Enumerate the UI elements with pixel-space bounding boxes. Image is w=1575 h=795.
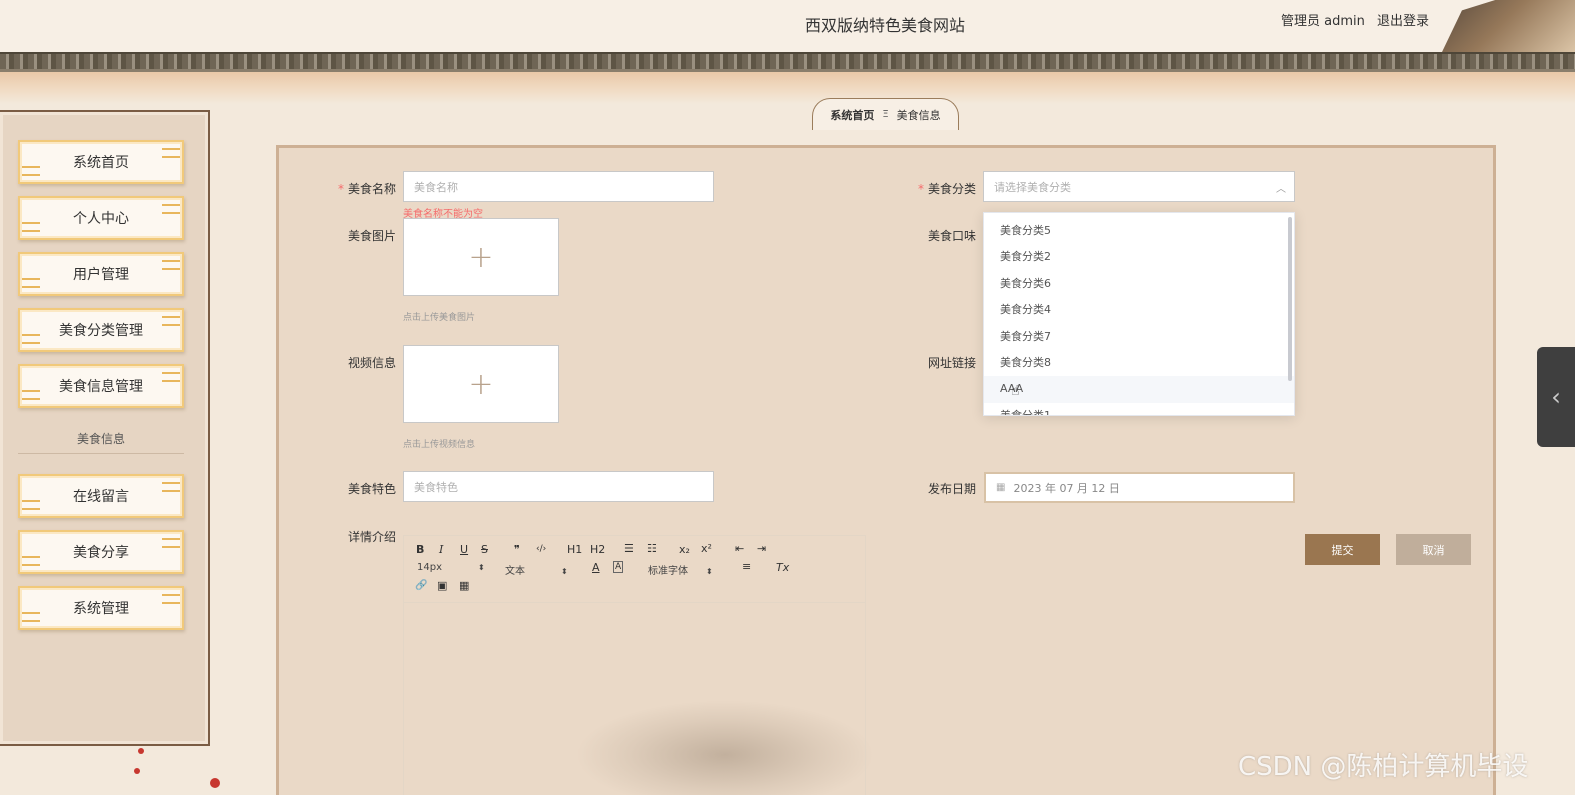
image-hint: 点击上传美食图片 [403, 313, 476, 323]
outdent-icon[interactable]: ⇤ [735, 542, 744, 555]
subscript-icon[interactable]: x₂ [679, 543, 690, 556]
italic-icon[interactable]: I [439, 543, 443, 556]
logout-link[interactable]: 退出登录 [1377, 14, 1429, 29]
date-value: 2023 年 07 月 12 日 [1013, 481, 1120, 495]
url-label: 网址链接 [927, 356, 976, 370]
detail-label: 详情介绍 [347, 530, 396, 544]
sidebar-item-food-category[interactable]: 美食分类管理 [18, 308, 184, 352]
plus-icon: + [468, 239, 494, 275]
breadcrumb-home[interactable]: 系统首页 [830, 107, 874, 123]
h1-icon[interactable]: H1 [567, 543, 582, 556]
dropdown-scrollbar[interactable] [1288, 217, 1292, 381]
sidebar-item-system[interactable]: 系统管理 [18, 586, 184, 630]
underline-icon[interactable]: U [460, 543, 468, 556]
name-label: * 美食名称 [337, 182, 396, 196]
user-role: 管理员 admin [1281, 14, 1365, 29]
blockquote-icon[interactable]: ❞ [514, 543, 520, 556]
required-mark: * [337, 182, 344, 196]
plum-blossom-decoration [134, 768, 140, 774]
category-option[interactable]: 美食分类7 [984, 324, 1294, 350]
category-option[interactable]: 美食分类1 [984, 403, 1294, 415]
category-options: 美食分类5 美食分类2 美食分类6 美食分类4 美食分类7 美食分类8 AAA … [984, 213, 1294, 415]
superscript-icon[interactable]: x² [701, 542, 712, 555]
category-option-hovered[interactable]: AAA [984, 376, 1294, 403]
sidebar-item-home[interactable]: 系统首页 [18, 140, 184, 184]
category-dropdown: 美食分类5 美食分类2 美食分类6 美食分类4 美食分类7 美食分类8 AAA … [983, 212, 1295, 416]
clear-format-icon[interactable]: Tx [776, 561, 789, 574]
required-mark: * [917, 182, 924, 196]
video-icon[interactable]: ▦ [459, 579, 469, 592]
rich-text-editor: B I U S ❞ ‹/› H1 H2 ☰ ☷ x₂ x² ⇤ ⇥ 14px ⬍ … [403, 535, 866, 795]
bullet-list-icon[interactable]: ☷ [647, 542, 657, 555]
font-family-select[interactable]: 标准字体 ⬍ [648, 562, 713, 577]
image-label: 美食图片 [347, 229, 396, 243]
ordered-list-icon[interactable]: ☰ [624, 542, 634, 555]
plum-blossom-decoration [210, 778, 220, 788]
breadcrumb: 系统首页 Ξ 美食信息 [812, 98, 959, 130]
watermark: CSDN @陈柏计算机毕设 [1238, 752, 1529, 782]
align-icon[interactable]: ≡ [742, 560, 751, 573]
video-label: 视频信息 [347, 356, 396, 370]
font-size-select[interactable]: 14px ⬍ [417, 562, 485, 573]
category-label: * 美食分类 [917, 182, 976, 196]
roof-decoration [1442, 0, 1575, 52]
indent-icon[interactable]: ⇥ [757, 542, 766, 555]
format-select[interactable]: 文本 ⬍ [505, 562, 568, 577]
video-upload[interactable]: + [403, 345, 559, 423]
image-icon[interactable]: ▣ [437, 579, 447, 592]
category-option[interactable]: 美食分类6 [984, 271, 1294, 297]
code-icon[interactable]: ‹/› [536, 544, 546, 554]
plus-icon: + [468, 366, 494, 402]
sidebar-item-profile[interactable]: 个人中心 [18, 196, 184, 240]
feature-input[interactable]: 美食特色 [403, 471, 714, 502]
name-input[interactable]: 美食名称 [403, 171, 714, 202]
text-color-icon[interactable]: A [592, 561, 600, 574]
category-option[interactable]: 美食分类2 [984, 244, 1294, 270]
sidebar-item-users[interactable]: 用户管理 [18, 252, 184, 296]
taste-label: 美食口味 [927, 229, 976, 243]
image-upload[interactable]: + [403, 218, 559, 296]
date-picker[interactable]: ▦ 2023 年 07 月 12 日 [984, 472, 1295, 503]
category-select[interactable]: 请选择美食分类 [983, 171, 1295, 202]
ink-band [0, 72, 1575, 104]
sidebar-item-messages[interactable]: 在线留言 [18, 474, 184, 518]
background-color-icon[interactable]: A [613, 561, 624, 573]
breadcrumb-separator-icon: Ξ [882, 109, 889, 120]
category-option[interactable]: 美食分类8 [984, 350, 1294, 376]
feature-label: 美食特色 [347, 482, 396, 496]
plum-blossom-decoration [138, 748, 144, 754]
sidebar-subitem-food-info[interactable]: 美食信息 [18, 430, 184, 454]
breadcrumb-current: 美食信息 [896, 108, 941, 122]
category-option[interactable]: 美食分类5 [984, 218, 1294, 244]
link-icon[interactable]: 🔗 [415, 580, 427, 591]
h2-icon[interactable]: H2 [590, 543, 605, 556]
chevron-up-icon: ︿ [1276, 184, 1286, 195]
strike-icon[interactable]: S [481, 543, 488, 556]
submit-button[interactable]: 提交 [1305, 534, 1380, 565]
category-option[interactable]: 美食分类4 [984, 297, 1294, 323]
editor-toolbar: B I U S ❞ ‹/› H1 H2 ☰ ☷ x₂ x² ⇤ ⇥ 14px ⬍ … [404, 536, 865, 603]
roof-tile-band [0, 52, 1575, 72]
user-bar: 管理员 admin 退出登录 [1281, 10, 1437, 29]
sidebar-item-food-info[interactable]: 美食信息管理 [18, 364, 184, 408]
sidebar: 系统首页 个人中心 用户管理 美食分类管理 美食信息管理 美食信息 在线留言 美… [0, 110, 210, 746]
header: 西双版纳特色美食网站 管理员 admin 退出登录 [0, 0, 1575, 52]
editor-content[interactable] [404, 603, 865, 795]
cancel-button[interactable]: 取消 [1396, 534, 1471, 565]
sidebar-item-food-share[interactable]: 美食分享 [18, 530, 184, 574]
chevron-left-icon[interactable]: ‹ [1537, 347, 1575, 447]
bold-icon[interactable]: B [416, 543, 424, 556]
video-hint: 点击上传视频信息 [403, 440, 476, 450]
hand-cursor-icon: ☝ [1011, 383, 1020, 399]
calendar-icon: ▦ [996, 482, 1006, 493]
date-label: 发布日期 [927, 482, 976, 496]
